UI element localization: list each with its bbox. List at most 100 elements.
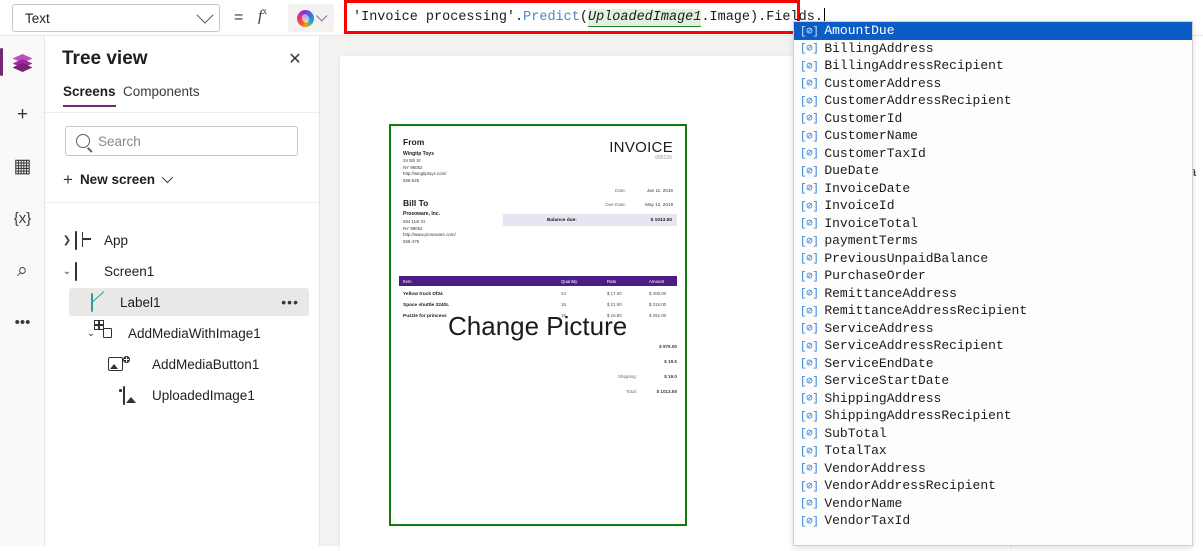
formula-argument: UploadedImage1 xyxy=(587,9,702,27)
tab-components[interactable]: Components xyxy=(123,84,200,105)
intellisense-item[interactable]: [⊘] ShippingAddress xyxy=(794,390,1192,408)
intellisense-item-label: InvoiceDate xyxy=(824,180,911,196)
total-value: $ 1013.50 xyxy=(656,389,677,394)
intellisense-item[interactable]: [⊘] CustomerAddressRecipient xyxy=(794,92,1192,110)
field-icon: [⊘] xyxy=(800,410,819,423)
intellisense-item[interactable]: [⊘] VendorName xyxy=(794,495,1192,513)
intellisense-item[interactable]: [⊘] PreviousUnpaidBalance xyxy=(794,250,1192,268)
copilot-button[interactable] xyxy=(288,4,334,32)
uploaded-image-control[interactable]: From Wingtip Toys 34 5th St NY 98052 htt… xyxy=(389,124,687,526)
invoice-billto-url: http://www.prosoware.com/ xyxy=(403,232,456,238)
new-screen-button[interactable]: + New screen xyxy=(63,166,174,192)
search-input[interactable]: Search xyxy=(65,126,298,156)
intellisense-item[interactable]: [⊘] ServiceEndDate xyxy=(794,355,1192,373)
intellisense-item[interactable]: [⊘] PurchaseOrder xyxy=(794,267,1192,285)
invoice-duedate-value: May 12, 2019 xyxy=(645,202,673,207)
chevron-down-icon xyxy=(196,6,214,24)
intellisense-item[interactable]: [⊘] VendorAddress xyxy=(794,460,1192,478)
overflow-menu-icon[interactable]: ••• xyxy=(281,295,299,309)
field-icon: [⊘] xyxy=(800,480,819,493)
add-media-button-label[interactable]: Change Picture xyxy=(448,311,627,342)
intellisense-item[interactable]: [⊘] BillingAddress xyxy=(794,40,1192,58)
intellisense-item-label: InvoiceTotal xyxy=(824,215,918,231)
cell-rate: $ 21.00 xyxy=(607,302,622,307)
intellisense-item[interactable]: [⊘] CustomerName xyxy=(794,127,1192,145)
intellisense-item[interactable]: [⊘] SubTotal xyxy=(794,425,1192,443)
close-icon[interactable]: ✕ xyxy=(287,52,303,68)
intellisense-dropdown[interactable]: [⊘] AmountDue [⊘] BillingAddress [⊘] BillingA… xyxy=(793,21,1193,546)
intellisense-item[interactable]: [⊘] TotalTax xyxy=(794,442,1192,460)
divider xyxy=(45,202,320,203)
intellisense-item[interactable]: [⊘] RemittanceAddressRecipient xyxy=(794,302,1192,320)
copilot-icon xyxy=(297,9,314,27)
intellisense-item-label: PreviousUnpaidBalance xyxy=(824,250,989,266)
tab-screens[interactable]: Screens xyxy=(63,84,116,107)
intellisense-item[interactable]: [⊘] InvoiceDate xyxy=(794,180,1192,198)
rail-item-tree-view[interactable] xyxy=(0,36,45,88)
intellisense-item[interactable]: [⊘] ServiceAddress xyxy=(794,320,1192,338)
rail-item-variables[interactable]: {x} xyxy=(0,192,45,244)
field-icon: [⊘] xyxy=(800,113,819,126)
tree-node-app[interactable]: ❯ App xyxy=(59,226,309,254)
intellisense-item-label: ServiceAddressRecipient xyxy=(824,338,1004,354)
intellisense-item-label: CustomerTaxId xyxy=(824,145,926,161)
invoice-balance-label: Balance due: xyxy=(547,218,577,223)
field-icon: [⊘] xyxy=(800,498,819,511)
intellisense-item[interactable]: [⊘] paymentTerms xyxy=(794,232,1192,250)
invoice-from-line1: 34 5th St xyxy=(403,158,421,164)
tree-node-label1[interactable]: Label1 ••• xyxy=(69,288,309,316)
column-header-amount: Amount xyxy=(649,278,665,284)
fx-icon: fx xyxy=(258,6,267,25)
tree-node-addmediawithimage1[interactable]: ⌄ AddMediaWithImage1 xyxy=(83,319,313,347)
intellisense-item-label: ShippingAddressRecipient xyxy=(824,408,1012,424)
field-icon: [⊘] xyxy=(800,358,819,371)
intellisense-item[interactable]: [⊘] CustomerAddress xyxy=(794,75,1192,93)
intellisense-item-label: ServiceEndDate xyxy=(824,355,934,371)
invoice-billto-company: Prosoware, Inc. xyxy=(403,211,440,218)
invoice-billto-heading: Bill To xyxy=(403,197,429,208)
search-icon: ⌕ xyxy=(17,259,28,281)
intellisense-item[interactable]: [⊘] CustomerId xyxy=(794,110,1192,128)
tree-node-label: Screen1 xyxy=(104,263,155,279)
intellisense-item[interactable]: [⊘] InvoiceId xyxy=(794,197,1192,215)
intellisense-item[interactable]: [⊘] DueDate xyxy=(794,162,1192,180)
intellisense-item-label: AmountDue xyxy=(824,23,895,39)
chevron-down-icon[interactable]: ⌄ xyxy=(59,266,75,277)
tree-node-label: UploadedImage1 xyxy=(152,387,255,403)
intellisense-item[interactable]: [⊘] RemittanceAddress xyxy=(794,285,1192,303)
table-header-row: Item Quantity Rate Amount xyxy=(399,276,677,286)
search-icon xyxy=(76,134,90,148)
rail-item-insert[interactable]: + xyxy=(0,88,45,140)
formula-bar-highlight: 'Invoice processing'.Predict(UploadedIma… xyxy=(344,0,825,34)
field-icon: [⊘] xyxy=(800,165,819,178)
tree-node-uploadedimage1[interactable]: UploadedImage1 xyxy=(107,381,317,409)
image-icon xyxy=(123,386,143,405)
intellisense-item-label: ServiceStartDate xyxy=(824,373,950,389)
chevron-right-icon[interactable]: ❯ xyxy=(59,235,75,246)
intellisense-item-label: SubTotal xyxy=(824,425,887,441)
intellisense-item-label: TotalTax xyxy=(824,443,887,459)
intellisense-item[interactable]: [⊘] VendorTaxId xyxy=(794,512,1192,530)
intellisense-item[interactable]: [⊘] AmountDue xyxy=(794,22,1192,40)
intellisense-item-label: DueDate xyxy=(824,163,879,179)
tree-node-addmediabutton1[interactable]: AddMediaButton1 xyxy=(107,350,317,378)
property-selector[interactable]: Text xyxy=(12,4,220,32)
rail-item-more[interactable]: ••• xyxy=(0,296,45,348)
field-icon: [⊘] xyxy=(800,130,819,143)
invoice-from-url: http://wingtiptoys.com/ xyxy=(403,171,447,177)
intellisense-item[interactable]: [⊘] BillingAddressRecipient xyxy=(794,57,1192,75)
intellisense-item[interactable]: [⊘] ServiceAddressRecipient xyxy=(794,337,1192,355)
field-icon: [⊘] xyxy=(800,288,819,301)
rail-item-search[interactable]: ⌕ xyxy=(0,244,45,296)
intellisense-item-label: VendorName xyxy=(824,495,903,511)
intellisense-item[interactable]: [⊘] ShippingAddressRecipient xyxy=(794,407,1192,425)
intellisense-item[interactable]: [⊘] VendorAddressRecipient xyxy=(794,477,1192,495)
intellisense-item[interactable]: [⊘] InvoiceTotal xyxy=(794,215,1192,233)
formula-input[interactable]: 'Invoice processing'.Predict(UploadedIma… xyxy=(353,8,825,28)
intellisense-item[interactable]: [⊘] CustomerTaxId xyxy=(794,145,1192,163)
column-header-quantity: Quantity xyxy=(561,278,578,284)
tree-node-screen1[interactable]: ⌄ Screen1 xyxy=(59,257,309,285)
tree-node-label: App xyxy=(104,232,129,248)
intellisense-item[interactable]: [⊘] ServiceStartDate xyxy=(794,372,1192,390)
rail-item-data[interactable]: ▦ xyxy=(0,140,45,192)
